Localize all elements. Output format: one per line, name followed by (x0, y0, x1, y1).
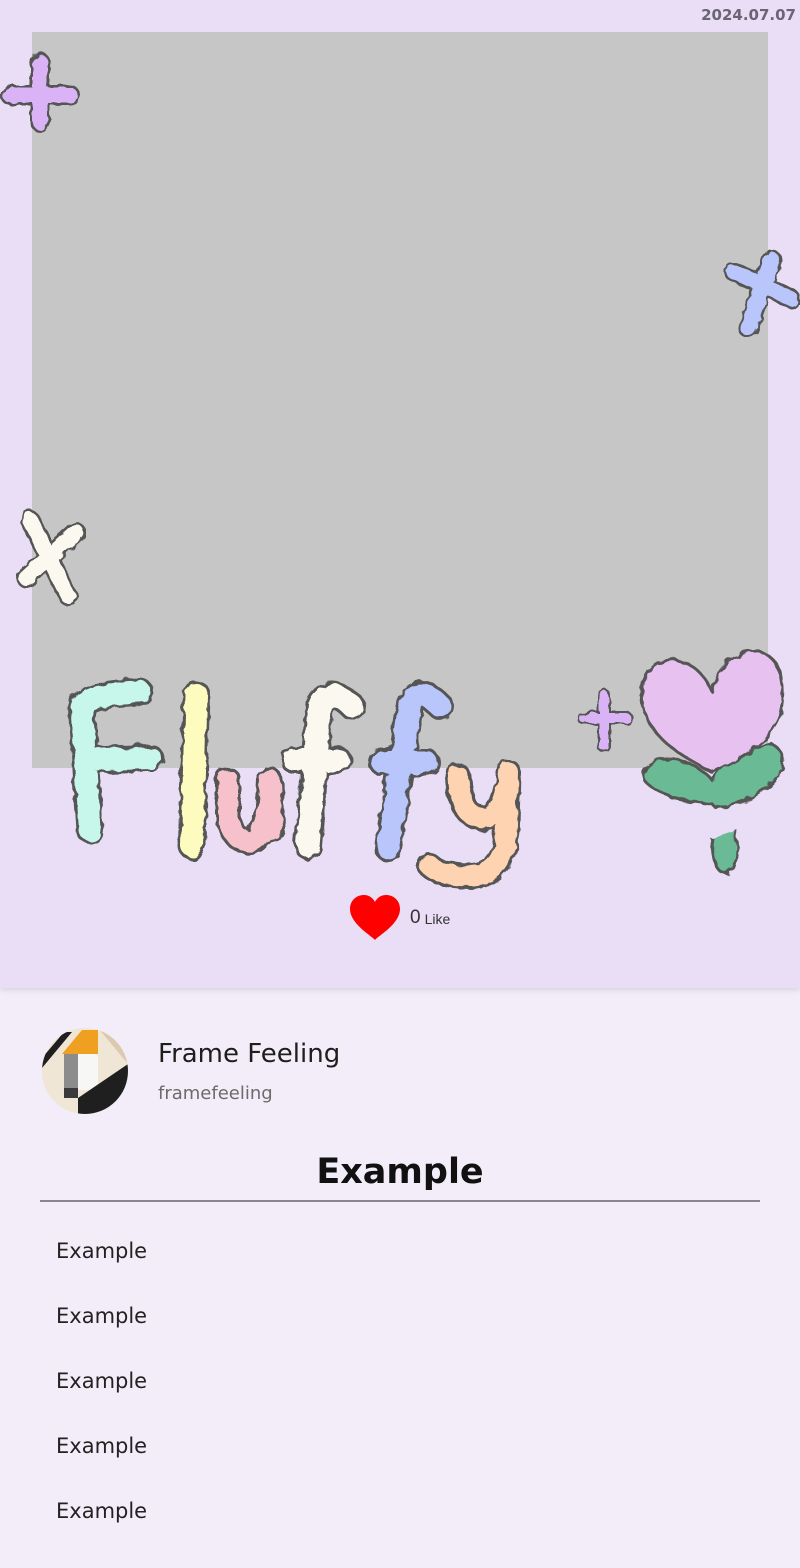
heart-like-icon[interactable] (348, 894, 402, 942)
section-title: Example (316, 1152, 484, 1192)
like-section: 0 Like (348, 892, 450, 944)
list-item[interactable]: Example (56, 1230, 147, 1295)
list-item[interactable]: Example (56, 1295, 147, 1360)
fluffy-lettering (68, 678, 521, 889)
list-item[interactable]: Example (56, 1360, 147, 1425)
heart-flower-icon (640, 650, 786, 876)
sparkle-small-purple-icon (577, 689, 633, 753)
like-count: 0 (410, 907, 421, 928)
profile-handle: framefeeling (158, 1082, 273, 1104)
fluffy-sticker-overlay (0, 52, 800, 889)
photo-frame: 2024.07.07 0 Like (0, 0, 800, 988)
avatar[interactable] (42, 1028, 128, 1114)
sparkle-white-icon (16, 510, 86, 606)
list-item[interactable]: Example (56, 1490, 147, 1555)
sparkle-purple-icon (0, 52, 80, 132)
example-list: Example Example Example Example Example (56, 1230, 147, 1555)
list-item[interactable]: Example (56, 1425, 147, 1490)
frame-feeling-logo-icon (42, 1028, 128, 1114)
section-divider (40, 1200, 760, 1202)
profile-name: Frame Feeling (158, 1038, 341, 1069)
like-label: Like (424, 911, 451, 927)
sparkle-blue-icon (724, 250, 800, 338)
profile-card[interactable]: Frame Feeling framefeeling (42, 1028, 340, 1114)
